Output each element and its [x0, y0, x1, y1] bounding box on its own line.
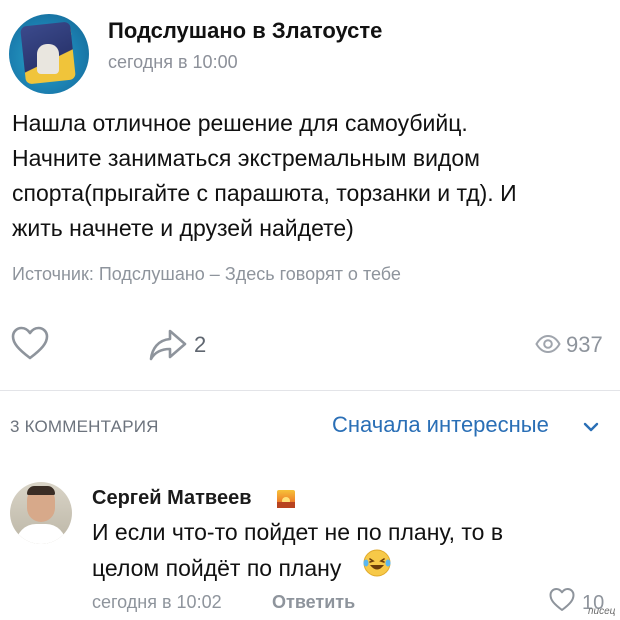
group-avatar[interactable] [9, 14, 89, 94]
heart-outline-icon [549, 588, 575, 611]
comment-time[interactable]: сегодня в 10:02 [92, 592, 222, 613]
watermark: писец [588, 606, 616, 617]
share-count: 2 [194, 332, 207, 357]
heart-icon [11, 326, 49, 360]
share-button[interactable] [148, 326, 188, 364]
sunset-emoji-icon [277, 490, 295, 508]
chevron-down-icon[interactable] [583, 420, 599, 434]
like-button[interactable] [10, 324, 50, 364]
views-count: 937 [566, 332, 603, 357]
comment-like-button[interactable] [548, 586, 576, 614]
comments-sort-select[interactable]: Сначала интересные [332, 412, 549, 438]
avatar-figure [37, 44, 59, 74]
comment-author-avatar[interactable] [10, 482, 72, 544]
laughing-emoji-icon [362, 548, 392, 578]
group-name[interactable]: Подслушано в Златоусте [108, 18, 382, 44]
comment-text: И если что-то пойдет не по плану, то в ц… [92, 519, 504, 581]
comments-count: 3 КОММЕНТАРИЯ [10, 417, 159, 436]
divider [0, 390, 620, 391]
eye-icon [535, 334, 561, 354]
avatar-shirt [16, 524, 66, 544]
avatar-hair [27, 486, 55, 495]
post-time[interactable]: сегодня в 10:00 [108, 52, 238, 73]
share-arrow-icon [149, 329, 187, 361]
reply-button[interactable]: Ответить [272, 592, 355, 613]
post-source[interactable]: Источник: Подслушано – Здесь говорят о т… [12, 264, 401, 285]
post-text: Нашла отличное решение для самоубийц. На… [12, 110, 517, 241]
comment-author[interactable]: Сергей Матвеев [92, 487, 251, 510]
